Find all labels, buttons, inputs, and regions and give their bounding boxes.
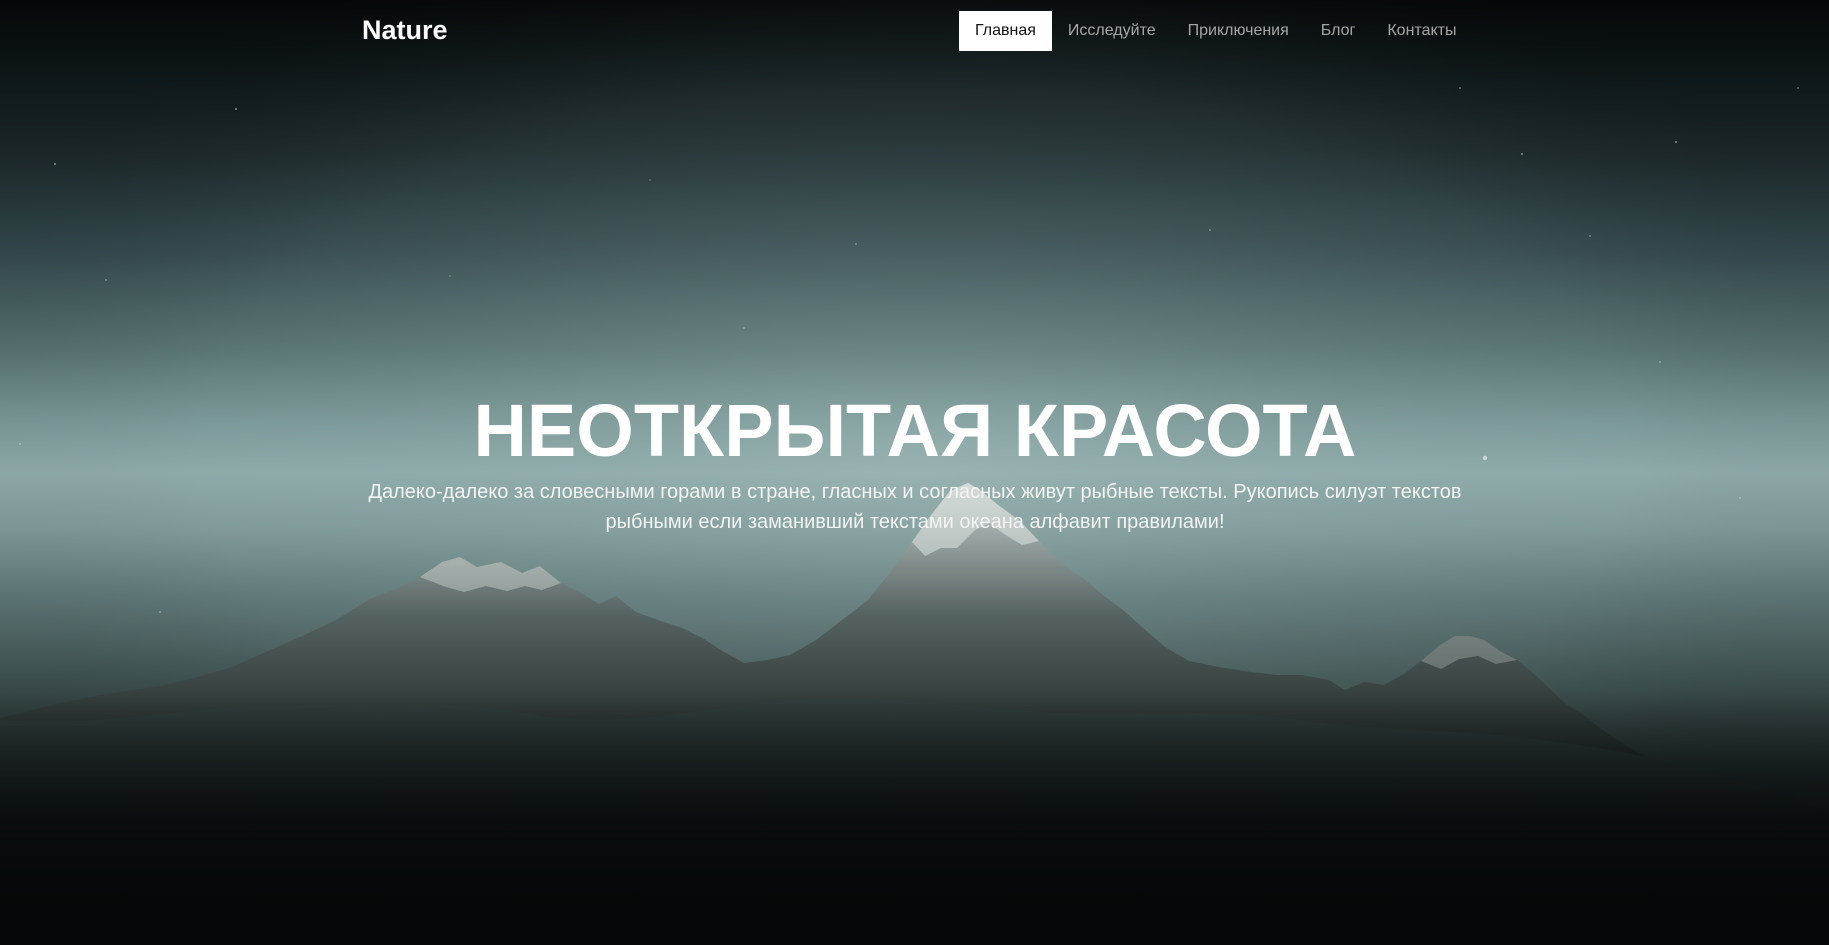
nav-item-home: Главная	[959, 11, 1052, 51]
nav-link-blog[interactable]: Блог	[1305, 11, 1372, 51]
hero-section: Nature Главная Исследуйте Приключения Бл…	[0, 0, 1829, 945]
hero-content: НЕОТКРЫТАЯ КРАСОТА Далеко-далеко за слов…	[340, 388, 1490, 537]
main-navigation: Главная Исследуйте Приключения Блог Конт…	[959, 11, 1472, 51]
nav-link-contacts[interactable]: Контакты	[1371, 11, 1472, 51]
nav-link-adventures[interactable]: Приключения	[1172, 11, 1305, 51]
top-navbar: Nature Главная Исследуйте Приключения Бл…	[0, 0, 1829, 62]
hero-description: Далеко-далеко за словесными горами в стр…	[368, 481, 1462, 533]
nav-item-adventures: Приключения	[1172, 11, 1305, 51]
brand-logo[interactable]: Nature	[362, 13, 448, 47]
nav-item-blog: Блог	[1305, 11, 1372, 51]
nav-link-home[interactable]: Главная	[959, 11, 1052, 51]
nav-item-explore: Исследуйте	[1052, 11, 1172, 51]
nav-link-explore[interactable]: Исследуйте	[1052, 11, 1172, 51]
hero-title: НЕОТКРЫТАЯ КРАСОТА	[473, 389, 1357, 472]
nav-item-contacts: Контакты	[1371, 11, 1472, 51]
